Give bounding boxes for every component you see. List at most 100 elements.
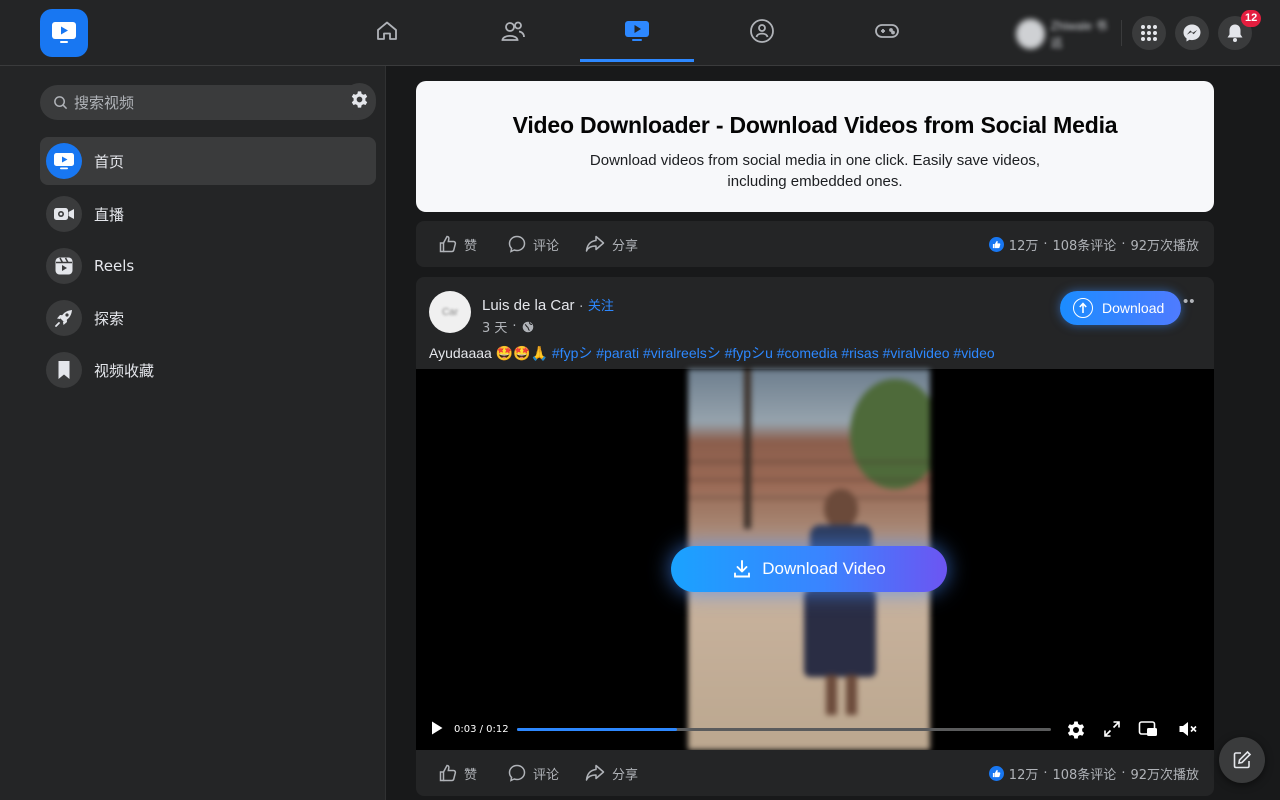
video-player[interactable]: Download Video 0:03 / 0:12	[416, 369, 1214, 750]
search-icon	[53, 95, 68, 110]
play-icon	[432, 721, 443, 735]
author-separator: ·	[578, 297, 584, 314]
play-button[interactable]	[430, 720, 444, 736]
download-arrow-icon	[1073, 298, 1093, 318]
comment-button[interactable]: 评论	[508, 764, 559, 783]
thumbs-up-icon	[439, 764, 457, 782]
watch-settings-button[interactable]	[343, 83, 376, 116]
like-button[interactable]: 赞	[439, 764, 477, 783]
banner-description: Download videos from social media in one…	[589, 152, 1041, 190]
volume-muted-icon	[1179, 722, 1197, 736]
download-icon	[734, 560, 751, 578]
post-time[interactable]: 3 天	[482, 317, 507, 336]
groups-icon	[750, 19, 774, 43]
sidebar-item-explore[interactable]: 探索	[40, 294, 376, 342]
stats-separator: ·	[1121, 236, 1126, 252]
views-count: 92万次播放	[1130, 238, 1199, 254]
sidebar-item-reels[interactable]: Reels	[40, 242, 376, 290]
download-video-label: Download Video	[762, 559, 886, 578]
rocket-icon	[46, 300, 82, 336]
sidebar-item-label: 探索	[94, 309, 125, 328]
globe-icon	[522, 321, 533, 332]
share-button[interactable]: 分享	[585, 764, 638, 783]
video-icon	[625, 20, 649, 41]
notification-badge: 12	[1241, 10, 1262, 27]
nav-tab-gaming[interactable]	[830, 0, 944, 62]
video-search-input[interactable]	[74, 93, 324, 112]
gear-icon	[351, 91, 368, 108]
video-time: 0:03 / 0:12	[454, 723, 509, 735]
author-avatar[interactable]: Car	[429, 291, 471, 333]
share-icon	[585, 764, 605, 781]
thumbs-up-icon	[439, 235, 457, 253]
post-action-bar: 赞 评论 分享 12万 · 108条评论 · 92万次播放	[416, 221, 1214, 267]
bookmark-icon	[46, 352, 82, 388]
top-navigation-bar: Zhiwale 书远 12	[0, 0, 1280, 66]
home-icon	[377, 21, 397, 40]
post-stats: 12万 · 108条评论 · 92万次播放	[988, 764, 1199, 783]
mute-button[interactable]	[1178, 720, 1198, 738]
sidebar-item-home[interactable]: 首页	[40, 137, 376, 185]
download-video-button[interactable]: Download Video	[671, 546, 947, 592]
fullscreen-button[interactable]	[1103, 720, 1121, 738]
meta-separator: ·	[512, 319, 517, 334]
nav-tab-groups[interactable]	[705, 0, 819, 62]
profile-chip[interactable]: Zhiwale 书远	[1016, 17, 1116, 51]
download-button[interactable]: Download	[1060, 291, 1181, 325]
author-name[interactable]: Luis de la Car	[482, 297, 575, 314]
more-options-icon[interactable]: ••	[1183, 293, 1196, 310]
banner-title: Video Downloader - Download Videos from …	[512, 112, 1118, 138]
share-label: 分享	[612, 238, 639, 254]
profile-name: Zhiwale 书远	[1050, 19, 1108, 50]
follow-link[interactable]: 关注	[588, 299, 614, 314]
comments-count[interactable]: 108条评论	[1052, 764, 1116, 783]
post-meta: 3 天 ·	[482, 317, 534, 336]
nav-tab-friends[interactable]	[456, 0, 570, 62]
profile-avatar	[1016, 19, 1045, 49]
video-progress-bar[interactable]	[517, 728, 1051, 731]
compose-button[interactable]	[1219, 737, 1265, 783]
post-action-bar-bottom: 赞 评论 分享 12万 · 108条评论 · 92万次播放	[416, 750, 1214, 796]
post-caption: Ayudaaaa 🤩🤩🙏 #fypシ #parati #viralreelsシ …	[429, 343, 995, 363]
like-label: 赞	[464, 767, 478, 783]
messenger-icon	[1183, 24, 1201, 42]
like-label: 赞	[464, 238, 478, 254]
caption-hashtags[interactable]: #fypシ #parati #viralreelsシ #fypシu #comed…	[552, 345, 995, 361]
video-post: Car Luis de la Car · 关注 3 天 · Download •…	[416, 277, 1214, 750]
like-reaction-icon	[988, 236, 1004, 252]
video-controls: 0:03 / 0:12	[416, 717, 1214, 741]
video-play-icon	[46, 143, 82, 179]
comment-button[interactable]: 评论	[508, 235, 559, 254]
picture-in-picture-icon	[1138, 721, 1157, 736]
like-reaction-icon	[988, 765, 1004, 781]
nav-tab-home[interactable]	[330, 0, 444, 62]
picture-in-picture-button[interactable]	[1138, 720, 1158, 738]
gear-icon	[1067, 721, 1085, 739]
apps-menu-button[interactable]	[1132, 16, 1166, 50]
live-camera-icon	[46, 196, 82, 232]
sidebar-item-label: Reels	[94, 257, 135, 275]
comment-icon	[508, 764, 526, 782]
sidebar-item-live[interactable]: 直播	[40, 190, 376, 238]
video-settings-button[interactable]	[1066, 720, 1086, 740]
grid-menu-icon	[1141, 25, 1157, 41]
bell-icon	[1227, 24, 1243, 42]
sidebar-item-saved-videos[interactable]: 视频收藏	[40, 346, 376, 394]
gamepad-icon	[875, 24, 899, 38]
messenger-button[interactable]	[1175, 16, 1209, 50]
stats-separator: ·	[1043, 236, 1048, 252]
like-button[interactable]: 赞	[439, 235, 477, 254]
nav-tab-watch[interactable]	[580, 0, 694, 62]
comments-count[interactable]: 108条评论	[1052, 235, 1116, 254]
sidebar-item-label: 首页	[94, 152, 125, 171]
likes-count[interactable]: 12万	[1009, 764, 1039, 783]
share-button[interactable]: 分享	[585, 235, 638, 254]
likes-count[interactable]: 12万	[1009, 235, 1039, 254]
sidebar: 首页 直播 Reels 探索 视频收藏	[0, 66, 386, 800]
app-logo[interactable]	[40, 9, 88, 57]
download-button-label: Download	[1102, 300, 1165, 316]
header-divider	[1121, 20, 1122, 46]
sidebar-item-label: 直播	[94, 205, 125, 224]
downloader-banner: Video Downloader - Download Videos from …	[416, 81, 1214, 212]
comment-label: 评论	[533, 767, 560, 783]
